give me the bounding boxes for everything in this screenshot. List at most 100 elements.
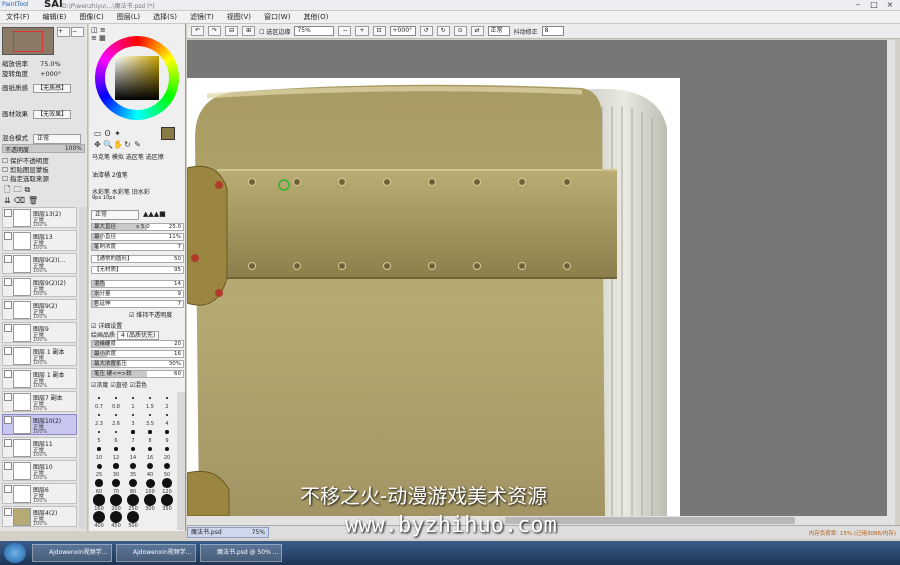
deselect-icon[interactable]: ⊟ xyxy=(225,26,239,36)
hand-icon[interactable]: ✋ xyxy=(113,140,123,149)
layer-item[interactable]: 图层7 副本 正常 100% xyxy=(2,391,77,412)
brush-size-dot[interactable] xyxy=(95,479,103,487)
menu-other[interactable]: 其他(O) xyxy=(297,12,335,22)
canvas-area[interactable] xyxy=(187,40,895,516)
brush-mode-select[interactable]: 正常 xyxy=(91,210,139,220)
move-icon[interactable]: ✥ xyxy=(93,140,102,149)
select-show-check[interactable]: ☐ 选区边缘 xyxy=(259,27,290,36)
eye-icon[interactable] xyxy=(4,462,12,470)
brush-size-dot[interactable] xyxy=(97,447,101,451)
eye-icon[interactable] xyxy=(4,370,12,378)
layer-item[interactable]: 图层10 正常 100% xyxy=(2,460,77,481)
menu-view[interactable]: 视图(V) xyxy=(221,12,258,22)
eye-icon[interactable] xyxy=(4,347,12,355)
brush-size-dot[interactable] xyxy=(164,446,170,452)
menu-filter[interactable]: 滤镜(T) xyxy=(184,12,221,22)
brush-size-dot[interactable] xyxy=(93,511,105,523)
brush-size-dot[interactable] xyxy=(144,494,156,506)
eye-icon[interactable] xyxy=(4,439,12,447)
menu-image[interactable]: 图像(C) xyxy=(73,12,110,22)
menu-select[interactable]: 选择(S) xyxy=(147,12,184,22)
brush-size-dot[interactable] xyxy=(93,494,105,506)
water-slider[interactable]: 水分量 9 xyxy=(91,290,184,298)
copy-layer-icon[interactable]: ⧉ xyxy=(24,185,33,194)
taskbar-item[interactable]: Ajdowenxin视频学... xyxy=(116,544,196,562)
stabilizer-select[interactable]: 8 xyxy=(541,26,564,36)
brush-size-dot[interactable] xyxy=(114,413,118,417)
brush-size-dot[interactable] xyxy=(165,413,169,417)
navigator-thumbnail[interactable] xyxy=(2,27,54,55)
min-size-slider[interactable]: 最小直径 11% xyxy=(91,233,184,241)
select-source-check[interactable]: ☐ 指定选取来源 xyxy=(2,173,49,183)
minimize-icon[interactable]: – xyxy=(850,0,866,10)
eye-icon[interactable] xyxy=(4,393,12,401)
brush-size-dot[interactable] xyxy=(131,413,135,417)
brush-size-dot[interactable] xyxy=(148,430,152,434)
color-wheel[interactable] xyxy=(95,36,179,120)
layer-item[interactable]: 图层9(2) 正常 100% xyxy=(2,299,77,320)
rotate-left-icon[interactable]: ↺ xyxy=(419,26,433,36)
brush-size-dot[interactable] xyxy=(147,446,153,452)
brush-size-dot[interactable] xyxy=(163,462,171,470)
brush-shape-icons[interactable]: ▲▲▲■ xyxy=(143,210,166,218)
max-size-slider[interactable]: 最大直径 x 5.0 25.0 xyxy=(91,223,184,231)
zoom-tool-icon[interactable]: 🔍 xyxy=(103,140,113,149)
doc-tab[interactable]: 魔法书.psd 75% xyxy=(187,527,269,538)
menu-file[interactable]: 文件(F) xyxy=(0,12,37,22)
keep-opacity-check[interactable]: ☑ 维持不透明度 xyxy=(129,310,172,319)
menu-layer[interactable]: 图层(L) xyxy=(111,12,147,22)
nav-zoom-value[interactable]: 75.0% xyxy=(40,60,61,68)
nav-angle-value[interactable]: +000° xyxy=(40,70,61,78)
brush-size-dot[interactable] xyxy=(128,478,138,488)
merge-down-icon[interactable]: ⇊ xyxy=(4,196,14,205)
max-size-mult[interactable]: x 5.0 xyxy=(136,224,150,230)
undo-icon[interactable]: ↶ xyxy=(191,26,205,36)
eye-icon[interactable] xyxy=(4,255,12,263)
eye-icon[interactable] xyxy=(4,278,12,286)
eye-icon[interactable] xyxy=(4,324,12,332)
layer-item[interactable]: 图层13(2) 正常 100% xyxy=(2,207,77,228)
taskbar-item[interactable]: 魔法书.psd @ 50% ... xyxy=(200,544,282,562)
flip-icon[interactable]: ⇄ xyxy=(470,26,484,36)
persist-slider[interactable]: 色延伸 7 xyxy=(91,300,184,308)
navigator-viewport[interactable] xyxy=(13,31,43,52)
angle-field[interactable]: +000° xyxy=(389,26,416,36)
eye-icon[interactable] xyxy=(4,209,12,217)
taskbar-item[interactable]: Ajdowenxin视频学... xyxy=(32,544,112,562)
reset-zoom-icon[interactable]: ⊡ xyxy=(372,26,386,36)
max-pressure-slider[interactable]: 最大浓度笔压 30% xyxy=(91,360,184,368)
close-icon[interactable]: × xyxy=(882,0,898,10)
brush-size-dot[interactable] xyxy=(162,478,172,488)
layer-item[interactable]: 图层9(2)(… 正常 100% xyxy=(2,253,77,274)
brush-grid-scrollbar[interactable] xyxy=(177,392,185,530)
layer-item-selected[interactable]: 图层10(2) 正常 100% xyxy=(2,414,77,435)
menu-window[interactable]: 窗口(W) xyxy=(258,12,297,22)
zoom-in-button[interactable]: + xyxy=(57,27,70,37)
layer-item[interactable]: 图层 1 副本 正常 100% xyxy=(2,345,77,366)
layer-item[interactable]: 图层9(2)(2) 正常 100% xyxy=(2,276,77,297)
invert-select-icon[interactable]: ⊞ xyxy=(242,26,256,36)
reset-rotate-icon[interactable]: ⊙ xyxy=(453,26,467,36)
brush-size-dot[interactable] xyxy=(110,494,122,506)
layer-item[interactable]: 图层13 正常 100% xyxy=(2,230,77,251)
brush-size-dot[interactable] xyxy=(114,447,118,451)
paper-texture-select[interactable]: 【无质感】 xyxy=(33,84,72,93)
eye-icon[interactable] xyxy=(4,301,12,309)
opacity-slider[interactable]: 不透明度 100% xyxy=(2,144,85,154)
shape-slider[interactable]: 【通常的圆形】 50 xyxy=(91,255,184,263)
brush-size-dot[interactable] xyxy=(98,397,100,399)
menu-edit[interactable]: 编辑(E) xyxy=(37,12,74,22)
brush-size-dot[interactable] xyxy=(161,494,173,506)
rotate-icon[interactable]: ↻ xyxy=(123,140,132,149)
start-button-icon[interactable] xyxy=(4,543,26,563)
brush-size-dot[interactable] xyxy=(127,511,139,523)
layer-scrollbar[interactable] xyxy=(79,207,87,529)
brush-size-dot[interactable] xyxy=(96,463,102,469)
brush-size-dot[interactable] xyxy=(114,430,118,434)
texture-slider[interactable]: 【无材质】 95 xyxy=(91,266,184,274)
brush-size-dot[interactable] xyxy=(97,430,101,434)
clear-layer-icon[interactable]: ⌫ xyxy=(14,196,28,205)
zoom-field[interactable]: 75% xyxy=(294,26,335,36)
eye-icon[interactable] xyxy=(4,508,12,516)
detail-settings-check[interactable]: ☑ 详细设置 xyxy=(91,321,122,330)
